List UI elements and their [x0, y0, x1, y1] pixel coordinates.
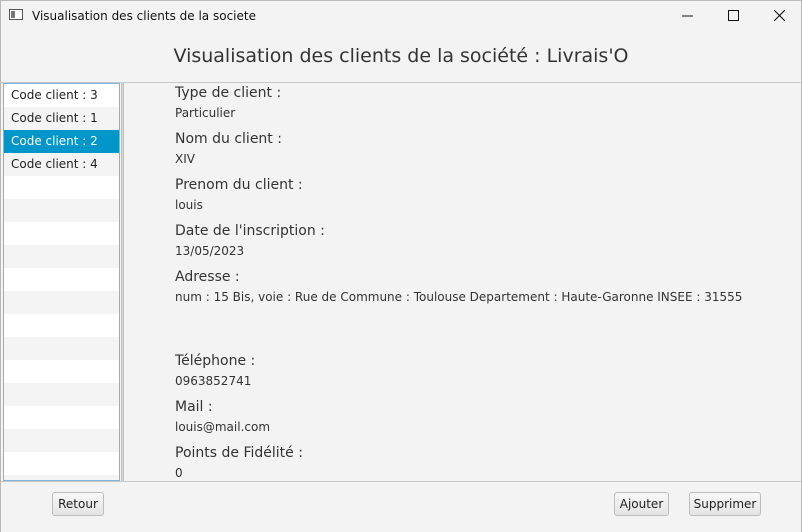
empty-list-row [4, 429, 119, 452]
client-name-label: Nom du client : [175, 131, 282, 147]
phone-value: 0963852741 [175, 374, 252, 388]
empty-list-row [4, 406, 119, 429]
empty-list-row [4, 383, 119, 406]
client-firstname-value: louis [175, 198, 203, 212]
phone-label: Téléphone : [175, 353, 256, 369]
registration-date-value: 13/05/2023 [175, 244, 245, 258]
split-pane-divider[interactable] [121, 83, 124, 481]
client-list-item[interactable]: Code client : 4 [4, 153, 119, 176]
empty-list-row [4, 291, 119, 314]
client-type-value: Particulier [175, 106, 236, 120]
back-button[interactable]: Retour [52, 492, 104, 516]
mail-label: Mail : [175, 399, 213, 415]
window-title: Visualisation des clients de la societe [32, 9, 256, 23]
button-bar: Retour Ajouter Supprimer [1, 481, 801, 532]
page-title: Visualisation des clients de la société … [173, 45, 629, 67]
registration-date-field: Date de l'inscription : 13/05/2023 [175, 223, 325, 258]
empty-list-row [4, 199, 119, 222]
empty-list-row [4, 452, 119, 475]
client-list-item[interactable]: Code client : 1 [4, 107, 119, 130]
mail-field: Mail : louis@mail.com [175, 399, 270, 434]
maximize-button[interactable] [710, 1, 756, 31]
client-type-field: Type de client : Particulier [175, 85, 281, 120]
app-window-icon [9, 9, 23, 20]
add-button[interactable]: Ajouter [614, 492, 669, 516]
client-firstname-label: Prenom du client : [175, 177, 303, 193]
client-name-field: Nom du client : XIV [175, 131, 282, 166]
address-label: Adresse : [175, 269, 240, 285]
maximize-icon [728, 10, 739, 21]
client-list[interactable]: Code client : 3 Code client : 1 Code cli… [3, 83, 120, 481]
registration-date-label: Date de l'inscription : [175, 223, 325, 239]
delete-button[interactable]: Supprimer [689, 492, 761, 516]
empty-list-row [4, 176, 119, 199]
client-type-label: Type de client : [175, 85, 282, 101]
loyalty-points-field: Points de Fidélité : 0 [175, 445, 303, 480]
loyalty-points-label: Points de Fidélité : [175, 445, 303, 461]
phone-field: Téléphone : 0963852741 [175, 353, 255, 388]
minimize-icon [682, 15, 693, 17]
title-bar[interactable]: Visualisation des clients de la societe [1, 1, 801, 31]
address-value: num : 15 Bis, voie : Rue de Commune : To… [175, 290, 743, 304]
empty-list-row [4, 222, 119, 245]
empty-list-row [4, 268, 119, 291]
empty-list-row [4, 337, 119, 360]
client-name-value: XIV [175, 152, 195, 166]
close-icon [774, 10, 785, 21]
empty-list-row [4, 245, 119, 268]
empty-list-row [4, 360, 119, 383]
client-firstname-field: Prenom du client : louis [175, 177, 303, 212]
client-list-item[interactable]: Code client : 3 [4, 84, 119, 107]
address-field: Adresse : num : 15 Bis, voie : Rue de Co… [175, 269, 742, 304]
client-list-item-selected[interactable]: Code client : 2 [4, 130, 119, 153]
loyalty-points-value: 0 [175, 466, 183, 480]
app-window: Visualisation des clients de la societe … [0, 0, 802, 532]
empty-list-row [4, 314, 119, 337]
page-header: Visualisation des clients de la société … [1, 31, 801, 83]
minimize-button[interactable] [664, 1, 710, 31]
mail-value: louis@mail.com [175, 420, 271, 434]
close-button[interactable] [756, 1, 802, 31]
